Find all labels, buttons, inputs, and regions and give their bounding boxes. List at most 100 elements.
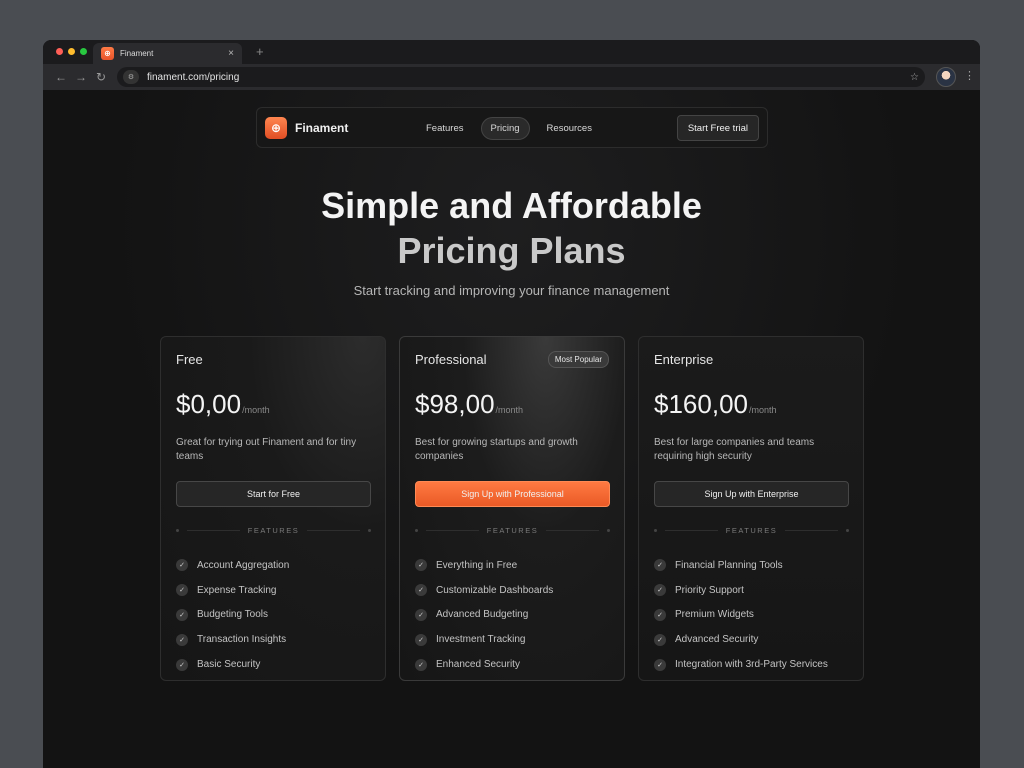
feature-item: ✓ Everything in Free xyxy=(415,553,553,578)
nav-link-features[interactable]: Features xyxy=(417,118,473,139)
price-period: /month xyxy=(495,405,524,415)
price-amount: $160,00 xyxy=(654,389,748,419)
window-controls xyxy=(56,48,87,55)
feature-item: ✓ Advanced Budgeting xyxy=(415,603,553,628)
feature-item: ✓ Customizable Dashboards xyxy=(415,578,553,603)
favicon-icon: ⊕ xyxy=(101,47,114,60)
check-icon: ✓ xyxy=(176,633,188,646)
feature-item: ✓ Premium Widgets xyxy=(654,603,828,628)
reload-icon[interactable]: ↻ xyxy=(91,70,111,84)
nav-links: Features Pricing Resources xyxy=(417,117,601,140)
check-icon: ✓ xyxy=(654,608,666,621)
browser-menu-icon[interactable]: ⋮ xyxy=(964,69,975,82)
check-icon: ✓ xyxy=(654,633,666,646)
nav-link-resources[interactable]: Resources xyxy=(538,118,601,139)
plan-description: Great for trying out Finament and for ti… xyxy=(176,437,357,462)
plan-price: $160,00 /month xyxy=(654,389,777,420)
new-tab-icon[interactable]: + xyxy=(256,44,264,59)
check-icon: ✓ xyxy=(176,608,188,621)
feature-label: Priority Support xyxy=(675,584,744,596)
start-free-trial-button[interactable]: Start Free trial xyxy=(676,115,759,141)
url-field[interactable]: ⚙ finament.com/pricing ☆ xyxy=(117,67,925,87)
feature-item: ✓ Account Aggregation xyxy=(176,553,289,578)
sign-up-professional-button[interactable]: Sign Up with Professional xyxy=(415,481,610,507)
brand-name: Finament xyxy=(295,121,349,135)
check-icon: ✓ xyxy=(415,608,427,621)
feature-label: Everything in Free xyxy=(436,559,518,571)
feature-item: ✓ Advanced Security xyxy=(654,627,828,652)
feature-item: ✓ Transaction Insights xyxy=(176,627,289,652)
page-title-line2: Pricing Plans xyxy=(397,230,626,271)
browser-tab[interactable]: ⊕ Finament × xyxy=(93,43,242,64)
start-for-free-button[interactable]: Start for Free xyxy=(176,481,371,507)
feature-label: Account Aggregation xyxy=(197,559,290,571)
bookmark-star-icon[interactable]: ☆ xyxy=(910,72,919,83)
plan-description: Best for growing startups and growth com… xyxy=(415,437,578,462)
finament-logo-icon: ⊕ xyxy=(265,117,287,139)
feature-label: Financial Planning Tools xyxy=(675,559,783,571)
feature-list: ✓ Everything in Free ✓ Customizable Dashbo… xyxy=(415,553,553,677)
feature-item: ✓ Financial Planning Tools xyxy=(654,553,828,578)
maximize-window-button[interactable] xyxy=(80,48,87,55)
check-icon: ✓ xyxy=(654,658,666,671)
page-title-line1: Simple and Affordable xyxy=(321,185,702,226)
plan-description: Best for large companies and teams requi… xyxy=(654,437,815,462)
price-period: /month xyxy=(748,405,777,415)
feature-label: Advanced Security xyxy=(675,634,759,646)
feature-list: ✓ Account Aggregation ✓ Expense Tracking ✓… xyxy=(176,553,289,677)
feature-item: ✓ Investment Tracking xyxy=(415,627,553,652)
features-divider: FEATURES xyxy=(654,524,850,536)
most-popular-badge: Most Popular xyxy=(547,351,609,368)
sign-up-enterprise-button[interactable]: Sign Up with Enterprise xyxy=(654,481,849,507)
close-window-button[interactable] xyxy=(56,48,63,55)
brand[interactable]: ⊕ Finament xyxy=(265,117,348,139)
minimize-window-button[interactable] xyxy=(68,48,75,55)
plan-name: Free xyxy=(176,352,203,367)
feature-label: Expense Tracking xyxy=(197,584,277,596)
tab-title: Finament xyxy=(120,49,154,58)
price-amount: $98,00 xyxy=(415,389,495,419)
feature-label: Basic Security xyxy=(197,659,261,671)
feature-label: Transaction Insights xyxy=(197,634,287,646)
features-divider: FEATURES xyxy=(176,524,372,536)
plan-name: Enterprise xyxy=(654,352,714,367)
check-icon: ✓ xyxy=(176,658,188,671)
nav-link-pricing[interactable]: Pricing xyxy=(480,117,530,140)
plan-price: $0,00 /month xyxy=(176,389,270,420)
address-bar: ← → ↻ ⚙ finament.com/pricing ☆ ⋮ xyxy=(43,64,980,90)
feature-item: ✓ Basic Security xyxy=(176,652,289,677)
site-settings-icon[interactable]: ⚙ xyxy=(123,70,139,84)
back-icon[interactable]: ← xyxy=(51,70,71,84)
feature-item: ✓ Enhanced Security xyxy=(415,652,553,677)
feature-item: ✓ Budgeting Tools xyxy=(176,603,289,628)
features-label: FEATURES xyxy=(486,525,539,535)
feature-label: Advanced Budgeting xyxy=(436,609,529,621)
plan-card-free: Free $0,00 /month Great for trying out F… xyxy=(160,336,386,681)
check-icon: ✓ xyxy=(415,633,427,646)
features-divider: FEATURES xyxy=(415,524,611,536)
check-icon: ✓ xyxy=(415,584,427,597)
pricing-cards: Free $0,00 /month Great for trying out F… xyxy=(160,336,864,681)
url-text[interactable]: finament.com/pricing xyxy=(147,72,910,83)
feature-item: ✓ Priority Support xyxy=(654,578,828,603)
plan-price: $98,00 /month xyxy=(415,389,523,420)
check-icon: ✓ xyxy=(415,559,427,572)
check-icon: ✓ xyxy=(176,584,188,597)
feature-item: ✓ Expense Tracking xyxy=(176,578,289,603)
browser-window: ⊕ Finament × + ← → ↻ ⚙ finament.com/pric… xyxy=(43,40,980,768)
page-subtitle: Start tracking and improving your financ… xyxy=(353,283,670,298)
feature-label: Enhanced Security xyxy=(436,659,520,671)
check-icon: ✓ xyxy=(176,559,188,572)
feature-label: Investment Tracking xyxy=(436,634,526,646)
profile-avatar[interactable] xyxy=(936,67,956,87)
feature-item: ✓ Integration with 3rd-Party Services xyxy=(654,652,828,677)
price-amount: $0,00 xyxy=(176,389,242,419)
tab-close-icon[interactable]: × xyxy=(228,48,234,59)
features-label: FEATURES xyxy=(725,525,778,535)
price-period: /month xyxy=(242,405,270,415)
feature-label: Budgeting Tools xyxy=(197,609,268,621)
feature-label: Integration with 3rd-Party Services xyxy=(675,659,828,671)
page-content: ⊕ Finament Features Pricing Resources St… xyxy=(43,90,980,768)
features-label: FEATURES xyxy=(247,525,300,535)
forward-icon[interactable]: → xyxy=(71,70,91,84)
